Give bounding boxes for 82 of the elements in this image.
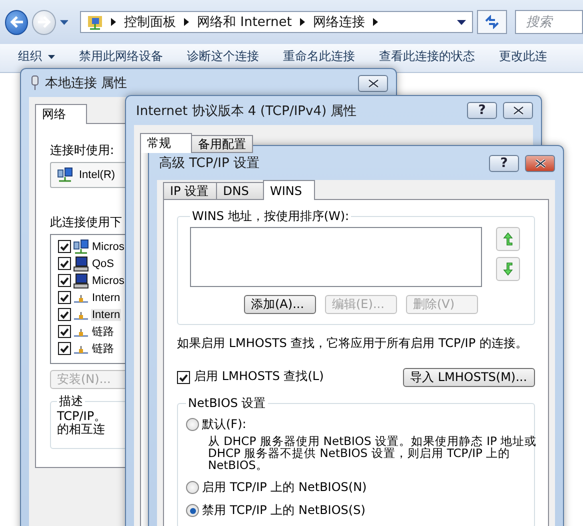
field-label: 此连接使用下 — [50, 214, 122, 231]
close-icon — [368, 78, 378, 88]
tab[interactable]: DNS — [216, 182, 264, 200]
breadcrumb-item[interactable]: 网络连接 — [312, 13, 365, 31]
caret-icon[interactable] — [457, 20, 466, 24]
chevron-icon[interactable] — [300, 18, 305, 26]
option-description: 从 DHCP 服务器使用 NetBIOS 设置。如果使用静态 IP 地址或 DHCP 服务器不提供 NetBIOS 设置，则启用 TCP/IP 上的 NetBIOS。 — [208, 435, 538, 471]
computer-icon — [73, 272, 89, 288]
radio-label[interactable]: 启用 TCP/IP 上的 NetBIOS(N) — [202, 479, 367, 496]
move-down-button[interactable] — [496, 257, 520, 281]
action-button[interactable]: 添加(A)... — [244, 295, 316, 314]
computer-icon — [73, 256, 89, 272]
close-button[interactable] — [525, 154, 555, 172]
checkbox[interactable] — [58, 240, 71, 253]
list-item[interactable]: Intern — [91, 308, 122, 320]
breadcrumb-item[interactable]: 网络和 Internet — [197, 13, 292, 31]
checkbox[interactable] — [58, 257, 71, 270]
lmhosts-note: 如果启用 LMHOSTS 查找，它将应用于所有启用 TCP/IP 的连接。 — [177, 335, 528, 352]
toolbar-item[interactable]: 查看此连接的状态 — [379, 48, 475, 65]
toolbar-item[interactable]: 重命名此连接 — [283, 48, 355, 65]
arrow-left-icon — [10, 16, 24, 28]
address-bar[interactable]: 控制面板 网络和 Internet 网络连接 — [80, 11, 474, 33]
description-text: TCP/IP。 的相互连 — [57, 410, 106, 436]
list-item[interactable]: 链路 — [91, 324, 115, 339]
address-list[interactable] — [190, 227, 482, 287]
arrow-right-icon — [37, 16, 52, 28]
checkbox[interactable] — [58, 291, 71, 304]
tab[interactable]: WINS — [263, 180, 315, 200]
network-icon — [73, 238, 89, 254]
group-legend: 描述 — [57, 393, 85, 410]
radio-button[interactable] — [186, 418, 199, 431]
adapter-name: Intel(R) — [79, 169, 116, 181]
network-icon — [57, 167, 73, 183]
back-button[interactable] — [5, 10, 28, 34]
toolbar-item[interactable]: 组织 — [18, 48, 55, 65]
list-item[interactable]: Micros — [91, 274, 126, 286]
checkbox[interactable] — [58, 274, 71, 287]
refresh-button[interactable] — [477, 10, 508, 34]
tab[interactable]: IP 设置 — [163, 182, 217, 200]
tab[interactable]: 常规 — [140, 133, 192, 153]
toolbar-item[interactable]: 更改此连 — [499, 48, 547, 65]
close-icon — [512, 106, 524, 115]
checkbox-label[interactable]: 启用 LMHOSTS 查找(L) — [194, 368, 324, 385]
chevron-icon[interactable] — [184, 18, 190, 26]
arrow-up-icon — [503, 232, 513, 246]
window-title: Internet 协议版本 4 (TCP/IPv4) 属性 — [136, 102, 358, 120]
list-item[interactable]: Micros — [91, 240, 126, 252]
list-item[interactable]: 链路 — [91, 341, 115, 356]
plug-icon — [31, 75, 39, 91]
close-button[interactable] — [503, 102, 533, 119]
checkbox[interactable] — [58, 308, 71, 321]
group-legend: WINS 地址，按使用排序(W): — [190, 208, 352, 225]
refresh-icon — [484, 15, 500, 29]
help-button[interactable]: ? — [489, 154, 519, 172]
caret-icon — [48, 54, 55, 58]
radio-label[interactable]: 禁用 TCP/IP 上的 NetBIOS(S) — [202, 502, 366, 519]
field-label: 连接时使用: — [50, 142, 114, 159]
chevron-icon[interactable] — [111, 18, 116, 26]
tab[interactable]: 网络 — [35, 104, 87, 124]
folder-network-icon — [87, 14, 104, 30]
help-button[interactable]: ? — [467, 102, 497, 119]
breadcrumb-item[interactable]: 控制面板 — [124, 13, 176, 31]
tab[interactable]: 备用配置 — [191, 135, 253, 153]
radio-button[interactable] — [186, 504, 199, 517]
chevron-icon[interactable] — [372, 18, 378, 26]
toolbar-item[interactable]: 禁用此网络设备 — [79, 48, 163, 65]
list-item[interactable]: Intern — [91, 292, 122, 304]
window-title: 本地连接 属性 — [45, 75, 128, 92]
radio-label[interactable]: 默认(F): — [202, 416, 246, 433]
window-title: 高级 TCP/IP 设置 — [159, 155, 260, 172]
close-icon — [534, 158, 546, 168]
close-button[interactable] — [358, 74, 388, 92]
list-item[interactable]: QoS — [91, 258, 116, 270]
arrow-down-icon — [503, 262, 513, 276]
toolbar-item[interactable]: 诊断这个连接 — [187, 48, 259, 65]
checkbox[interactable] — [58, 342, 71, 355]
group-legend: NetBIOS 设置 — [186, 395, 268, 412]
checkbox[interactable] — [177, 371, 190, 384]
checkbox[interactable] — [58, 325, 71, 338]
move-up-button[interactable] — [496, 227, 520, 251]
radio-button[interactable] — [186, 481, 199, 494]
import-button[interactable]: 导入 LMHOSTS(M)... — [403, 368, 535, 387]
